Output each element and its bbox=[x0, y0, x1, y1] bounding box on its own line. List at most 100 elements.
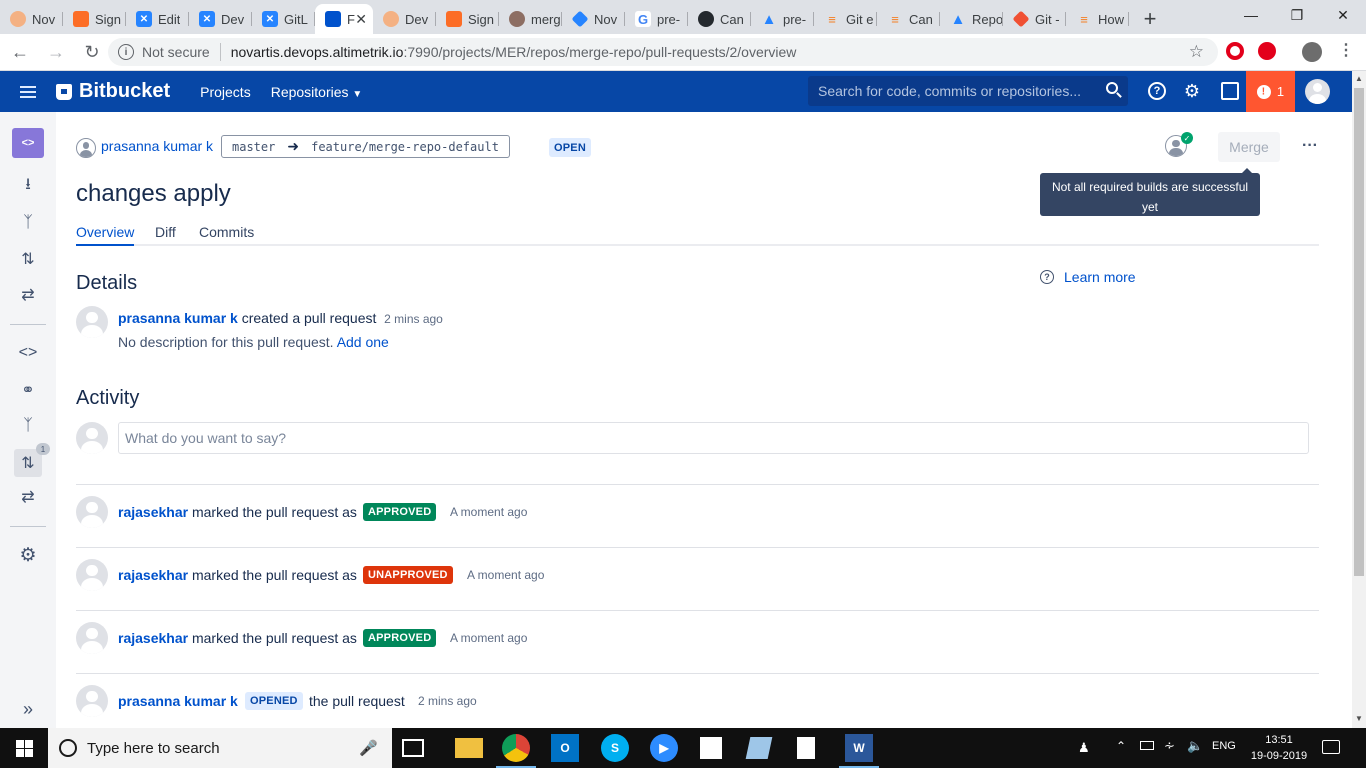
sticky-notes-icon[interactable] bbox=[700, 737, 722, 759]
back-icon[interactable]: ← bbox=[4, 36, 36, 68]
forward-icon[interactable]: → bbox=[40, 36, 72, 68]
commits-icon[interactable]: ⚭ bbox=[16, 378, 40, 402]
fork-icon[interactable]: ⇄ bbox=[16, 283, 40, 307]
author-avatar[interactable] bbox=[76, 138, 96, 158]
battery-icon[interactable] bbox=[1140, 741, 1154, 750]
file-explorer-icon[interactable] bbox=[455, 738, 483, 758]
outlook-icon[interactable]: O bbox=[551, 734, 579, 762]
alert-button[interactable]: ! 1 bbox=[1246, 71, 1295, 112]
target-branch[interactable]: feature/merge-repo-default bbox=[311, 140, 499, 154]
kebab-menu-icon[interactable]: ⋮ bbox=[1336, 40, 1356, 60]
create-pull-request-icon[interactable]: ⇅ bbox=[16, 247, 40, 271]
people-icon[interactable]: ♟ bbox=[1078, 740, 1090, 756]
browser-tab[interactable]: Sign bbox=[63, 4, 126, 34]
browser-tab[interactable]: Nov bbox=[562, 4, 625, 34]
author-link[interactable]: prasanna kumar k bbox=[101, 138, 213, 154]
browser-tab[interactable]: Can bbox=[688, 4, 751, 34]
language-indicator[interactable]: ENG bbox=[1212, 740, 1236, 752]
minimize-icon[interactable]: — bbox=[1228, 0, 1274, 30]
bookmark-star-icon[interactable]: ☆ bbox=[1189, 42, 1204, 62]
browser-tab[interactable]: merg bbox=[499, 4, 562, 34]
help-icon[interactable]: ? bbox=[1148, 82, 1166, 100]
create-branch-icon[interactable]: ᛉ bbox=[16, 211, 40, 235]
reload-icon[interactable]: ↻ bbox=[76, 36, 108, 68]
tab-diff[interactable]: Diff bbox=[155, 224, 176, 246]
chrome-icon[interactable] bbox=[496, 734, 536, 768]
browser-tab[interactable]: Sign bbox=[436, 4, 499, 34]
gear-icon[interactable]: ⚙ bbox=[1183, 81, 1201, 101]
nav-projects[interactable]: Projects bbox=[200, 84, 251, 100]
scroll-up-icon[interactable]: ▲ bbox=[1355, 74, 1363, 83]
browser-tab[interactable]: Gpre- bbox=[625, 4, 688, 34]
info-icon[interactable]: i bbox=[118, 44, 134, 60]
inbox-icon[interactable] bbox=[1221, 82, 1239, 100]
new-tab-icon[interactable]: + bbox=[1135, 4, 1165, 34]
add-description-link[interactable]: Add one bbox=[337, 334, 389, 350]
profile-avatar-icon[interactable] bbox=[1302, 42, 1322, 62]
source-code-icon[interactable]: <> bbox=[16, 341, 40, 365]
taskbar-clock[interactable]: 13:51 19-09-2019 bbox=[1250, 732, 1308, 764]
taskbar-search-input[interactable]: Type here to search 🎤 bbox=[48, 728, 392, 768]
word-icon[interactable]: W bbox=[839, 734, 879, 768]
opera-extension-icon[interactable] bbox=[1258, 42, 1276, 60]
browser-tab[interactable]: ✕ Dev bbox=[189, 4, 252, 34]
merge-button[interactable]: Merge bbox=[1218, 132, 1280, 162]
browser-tab[interactable]: ✕ GitL bbox=[252, 4, 315, 34]
expand-sidebar-icon[interactable]: » bbox=[16, 697, 40, 721]
learn-more-link[interactable]: ? Learn more bbox=[1040, 269, 1136, 285]
repository-avatar[interactable]: <> bbox=[12, 128, 44, 158]
bitbucket-logo[interactable]: Bitbucket bbox=[56, 80, 170, 103]
branches-icon[interactable]: ᛉ bbox=[16, 414, 40, 438]
build-status[interactable]: ✓ bbox=[1165, 132, 1193, 159]
creator-avatar[interactable] bbox=[76, 306, 108, 338]
hamburger-menu-icon[interactable] bbox=[20, 85, 36, 98]
browser-tab[interactable]: ✕ Edit bbox=[126, 4, 189, 34]
search-input[interactable]: Search for code, commits or repositories… bbox=[808, 76, 1128, 106]
browser-tab[interactable]: ≡ How bbox=[1066, 4, 1129, 34]
window-close-icon[interactable]: ✕ bbox=[1320, 0, 1366, 30]
scroll-down-icon[interactable]: ▼ bbox=[1355, 714, 1363, 723]
page-scrollbar[interactable]: ▲ ▼ bbox=[1352, 71, 1366, 728]
activity-avatar[interactable] bbox=[76, 496, 108, 528]
clone-icon[interactable]: ⭳ bbox=[16, 174, 40, 198]
wifi-icon[interactable]: ∻ bbox=[1164, 738, 1175, 754]
close-tab-icon[interactable]: ✕ bbox=[355, 11, 367, 28]
browser-tab[interactable]: ▲ Repo bbox=[940, 4, 1003, 34]
activity-avatar[interactable] bbox=[76, 622, 108, 654]
browser-tab[interactable]: ▲ pre- bbox=[751, 4, 814, 34]
avatar[interactable] bbox=[1305, 79, 1330, 104]
activity-avatar[interactable] bbox=[76, 685, 108, 717]
volume-icon[interactable]: 🔈 bbox=[1187, 738, 1203, 754]
restore-icon[interactable]: ❐ bbox=[1274, 0, 1320, 30]
forks-icon[interactable]: ⇄ bbox=[16, 485, 40, 509]
tab-commits[interactable]: Commits bbox=[199, 224, 254, 246]
url-field[interactable]: i Not secure novartis.devops.altimetrik.… bbox=[108, 38, 1218, 66]
browser-tab[interactable]: Dev bbox=[373, 4, 436, 34]
activity-user-link[interactable]: rajasekhar bbox=[118, 504, 188, 520]
browser-tab[interactable]: ≡ Git e bbox=[814, 4, 877, 34]
notes-app-icon[interactable] bbox=[745, 737, 773, 759]
activity-user-link[interactable]: rajasekhar bbox=[118, 630, 188, 646]
activity-avatar[interactable] bbox=[76, 559, 108, 591]
tab-overview[interactable]: Overview bbox=[76, 224, 135, 246]
source-branch[interactable]: master bbox=[232, 140, 275, 154]
skype-icon[interactable]: S bbox=[601, 734, 629, 762]
notification-center-icon[interactable] bbox=[1322, 740, 1340, 754]
notepad-icon[interactable] bbox=[797, 737, 815, 759]
browser-tab[interactable]: Nov bbox=[0, 4, 63, 34]
browser-tab[interactable]: ≡ Can bbox=[877, 4, 940, 34]
activity-user-link[interactable]: rajasekhar bbox=[118, 567, 188, 583]
chevron-up-icon[interactable]: ⌃ bbox=[1116, 739, 1126, 753]
windows-start-icon[interactable] bbox=[0, 728, 48, 768]
opera-extension-icon[interactable] bbox=[1226, 42, 1244, 60]
task-view-icon[interactable] bbox=[402, 739, 424, 757]
zoom-icon[interactable]: ▶ bbox=[650, 734, 678, 762]
comment-input[interactable]: What do you want to say? bbox=[118, 422, 1309, 454]
more-actions-icon[interactable]: ··· bbox=[1300, 136, 1320, 156]
creator-link[interactable]: prasanna kumar k bbox=[118, 310, 238, 326]
microphone-icon[interactable]: 🎤 bbox=[359, 739, 378, 757]
settings-gear-icon[interactable]: ⚙ bbox=[16, 543, 40, 567]
scrollbar-thumb[interactable] bbox=[1354, 88, 1364, 576]
nav-repositories[interactable]: Repositories ▼ bbox=[271, 84, 363, 100]
browser-tab[interactable]: Git - bbox=[1003, 4, 1066, 34]
